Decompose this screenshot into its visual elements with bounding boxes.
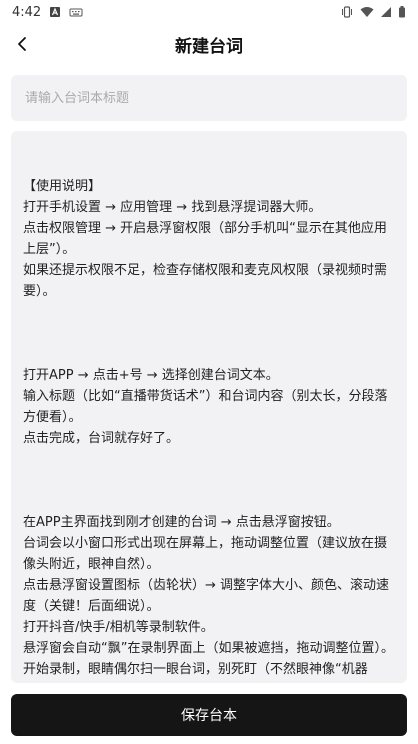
content-line	[23, 302, 395, 323]
content-line: 输入标题（比如“直播带货话术”）和台词内容（别太长，分段落方便看）。	[23, 389, 388, 425]
vibrate-icon	[342, 6, 352, 18]
battery-icon	[399, 6, 405, 18]
content-line	[23, 155, 395, 176]
content-line: 台词会以小窗口形式出现在屏幕上，拖动调整位置（建议放在摄像头附近，眼神自然）。	[23, 536, 388, 572]
status-bar-right	[340, 6, 406, 18]
content-line: 打开手机设置 → 应用管理 → 找到悬浮提词器大师。	[23, 200, 322, 215]
content-line: 悬浮窗会自动“飘”在录制界面上（如果被遮挡，拖动调整位置）。	[23, 641, 394, 656]
content-line	[23, 323, 395, 344]
content-line: 打开抖音/快手/相机等录制软件。	[23, 620, 214, 635]
content-line	[23, 449, 395, 470]
content-line: 点击悬浮窗设置图标（齿轮状）→ 调整字体大小、颜色、滚动速度（关键！后面细说）。	[23, 578, 390, 614]
script-content-text: 【使用说明】打开手机设置 → 应用管理 → 找到悬浮提词器大师。点击权限管理 →…	[23, 155, 395, 683]
nav-header: 新建台词	[0, 24, 418, 64]
back-button[interactable]	[8, 30, 36, 58]
content-line: 点击权限管理 → 开启悬浮窗权限（部分手机叫“显示在其他应用上层”）。	[23, 221, 387, 257]
content-line: 点击完成，台词就存好了。	[23, 431, 180, 446]
content-line	[23, 470, 395, 491]
status-bar-left: 4:42	[12, 5, 83, 20]
content-line	[23, 344, 395, 365]
content-line: 在APP主界面找到刚才创建的台词 → 点击悬浮窗按钮。	[23, 515, 340, 530]
keyboard-notification-icon	[69, 8, 83, 17]
content-line: 开始录制，眼睛偶尔扫一眼台词，别死盯（不然眼神像“机器人”）。	[23, 662, 368, 677]
content-line: 如果还提示权限不足，检查存储权限和麦克风权限（录视频时需要）。	[23, 263, 388, 299]
save-script-button[interactable]: 保存台本	[11, 694, 407, 736]
content-line: 【使用说明】	[23, 179, 102, 194]
chevron-left-icon	[18, 37, 26, 51]
page-title: 新建台词	[175, 36, 243, 57]
title-input-container	[11, 75, 407, 121]
content-line: 打开APP → 点击+号 → 选择创建台词文本。	[23, 368, 279, 383]
script-title-input[interactable]	[25, 90, 393, 106]
status-time: 4:42	[12, 4, 42, 20]
script-content-editor[interactable]: 【使用说明】打开手机设置 → 应用管理 → 找到悬浮提词器大师。点击权限管理 →…	[11, 131, 407, 683]
content-line	[23, 491, 395, 512]
wifi-icon	[360, 7, 374, 17]
app-notification-icon	[50, 7, 61, 17]
signal-icon	[381, 7, 391, 17]
status-bar: 4:42	[0, 0, 418, 24]
